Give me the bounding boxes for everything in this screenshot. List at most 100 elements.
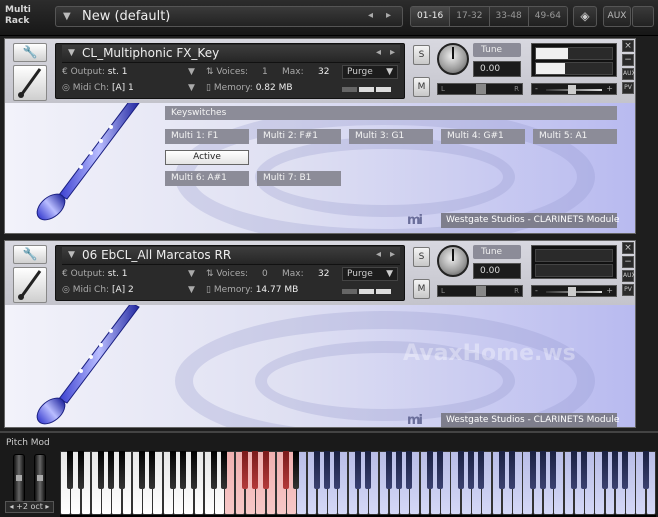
aux-button[interactable]: AUX (622, 270, 635, 282)
dropdown-arrow-icon[interactable]: ▼ (63, 11, 71, 22)
black-key[interactable] (149, 451, 156, 489)
black-key[interactable] (252, 451, 259, 489)
solo-button[interactable]: S (413, 247, 430, 267)
black-key[interactable] (406, 451, 413, 489)
black-key[interactable] (67, 451, 74, 489)
active-button[interactable]: Active (165, 150, 249, 165)
midi-row[interactable]: ◎ Midi Ch: [A] 1 (62, 83, 134, 93)
layout-icon[interactable]: ◈ (573, 6, 597, 27)
dropdown-arrow-icon[interactable]: ▼ (68, 48, 75, 58)
octave-selector[interactable]: ◂ +2 oct ▸ (5, 501, 54, 513)
aux-button[interactable]: AUX (603, 6, 631, 27)
mod-wheel[interactable] (34, 454, 46, 502)
aux-button[interactable]: AUX (622, 68, 635, 80)
tune-knob[interactable] (437, 43, 469, 75)
midi-row[interactable]: ◎ Midi Ch: [A] 2 (62, 285, 134, 295)
black-key[interactable] (108, 451, 115, 489)
keyswitch-multi-3[interactable]: Multi 3: G1 (349, 129, 433, 144)
black-key[interactable] (355, 451, 361, 489)
output-dropdown-icon[interactable]: ▼ (188, 67, 195, 77)
max-voices-value[interactable]: 32 (318, 269, 329, 279)
black-key[interactable] (468, 451, 475, 489)
black-key[interactable] (98, 451, 105, 489)
black-key[interactable] (283, 451, 290, 489)
black-key[interactable] (396, 451, 403, 489)
pitch-wheel[interactable] (13, 454, 25, 502)
black-key[interactable] (293, 451, 300, 489)
black-key[interactable] (190, 451, 197, 489)
next-arrow-icon[interactable]: ▸ (390, 249, 395, 260)
black-key[interactable] (550, 451, 557, 489)
output-row[interactable]: € Output: st. 1 (62, 269, 127, 279)
black-key[interactable] (262, 451, 269, 489)
max-voices-value[interactable]: 32 (318, 67, 329, 77)
volume-handle[interactable] (568, 287, 576, 296)
instrument-thumbnail[interactable] (13, 267, 47, 303)
midi-dropdown-icon[interactable]: ▼ (188, 285, 195, 295)
keyswitch-multi-4[interactable]: Multi 4: G#1 (441, 129, 525, 144)
black-key[interactable] (118, 451, 125, 489)
black-key[interactable] (611, 451, 618, 489)
tab-33-48[interactable]: 33-48 (489, 7, 529, 26)
tab-01-16[interactable]: 01-16 (411, 7, 451, 26)
octave-down-icon[interactable]: ◂ (10, 502, 14, 511)
pv-button[interactable]: PV (622, 284, 634, 296)
keyswitch-multi-2[interactable]: Multi 2: F#1 (257, 129, 341, 144)
black-key[interactable] (642, 451, 649, 489)
black-key[interactable] (170, 451, 177, 489)
octave-up-icon[interactable]: ▸ (45, 502, 49, 511)
output-row[interactable]: € Output: st. 1 (62, 67, 127, 77)
pan-handle[interactable] (476, 84, 486, 94)
output-dropdown-icon[interactable]: ▼ (188, 269, 195, 279)
pv-button[interactable]: PV (622, 82, 634, 94)
keyswitch-multi-6[interactable]: Multi 6: A#1 (165, 171, 249, 186)
tune-value[interactable]: 0.00 (473, 61, 521, 77)
pan-slider[interactable]: L R (437, 285, 523, 297)
prev-arrow-icon[interactable]: ◂ (376, 249, 381, 260)
next-arrow-icon[interactable]: ▸ (390, 47, 395, 58)
black-key[interactable] (570, 451, 577, 489)
black-key[interactable] (221, 451, 228, 489)
instrument-thumbnail[interactable] (13, 65, 47, 101)
prev-arrow-icon[interactable]: ◂ (368, 10, 373, 21)
prev-arrow-icon[interactable]: ◂ (376, 47, 381, 58)
black-key[interactable] (601, 451, 608, 489)
keyswitch-multi-7[interactable]: Multi 7: B1 (257, 171, 341, 186)
mute-button[interactable]: M (413, 77, 430, 97)
black-key[interactable] (529, 451, 536, 489)
black-key[interactable] (478, 451, 485, 489)
tune-value[interactable]: 0.00 (473, 263, 521, 279)
purge-menu[interactable]: Purge ▼ (342, 65, 398, 79)
volume-slider[interactable]: - + (531, 83, 617, 95)
tab-17-32[interactable]: 17-32 (450, 7, 490, 26)
volume-slider[interactable]: - + (531, 285, 617, 297)
piano-keyboard[interactable] (60, 451, 657, 517)
black-key[interactable] (324, 451, 331, 489)
black-key[interactable] (139, 451, 146, 489)
pan-slider[interactable]: L R (437, 83, 523, 95)
black-key[interactable] (581, 451, 588, 489)
wrench-icon[interactable]: 🔧 (13, 43, 47, 62)
volume-handle[interactable] (568, 85, 576, 94)
next-arrow-icon[interactable]: ▸ (386, 10, 391, 21)
black-key[interactable] (426, 451, 433, 489)
pan-handle[interactable] (476, 286, 486, 296)
black-key[interactable] (539, 451, 546, 489)
black-key[interactable] (77, 451, 84, 489)
collapse-icon[interactable]: − (622, 54, 634, 66)
black-key[interactable] (509, 451, 516, 489)
close-icon[interactable]: × (622, 242, 634, 254)
solo-button[interactable]: S (413, 45, 430, 65)
close-icon[interactable]: × (622, 40, 634, 52)
keyswitch-multi-5[interactable]: Multi 5: A1 (533, 129, 617, 144)
multi-name-field[interactable]: ▼ New (default) ◂ ▸ (55, 6, 403, 27)
tab-49-64[interactable]: 49-64 (528, 7, 567, 26)
purge-menu[interactable]: Purge ▼ (342, 267, 398, 281)
tune-knob[interactable] (437, 245, 469, 277)
keyswitch-multi-1[interactable]: Multi 1: F1 (165, 129, 249, 144)
collapse-icon[interactable]: − (622, 256, 634, 268)
black-key[interactable] (211, 451, 218, 489)
black-key[interactable] (457, 451, 464, 489)
black-key[interactable] (622, 451, 629, 489)
black-key[interactable] (334, 451, 341, 489)
